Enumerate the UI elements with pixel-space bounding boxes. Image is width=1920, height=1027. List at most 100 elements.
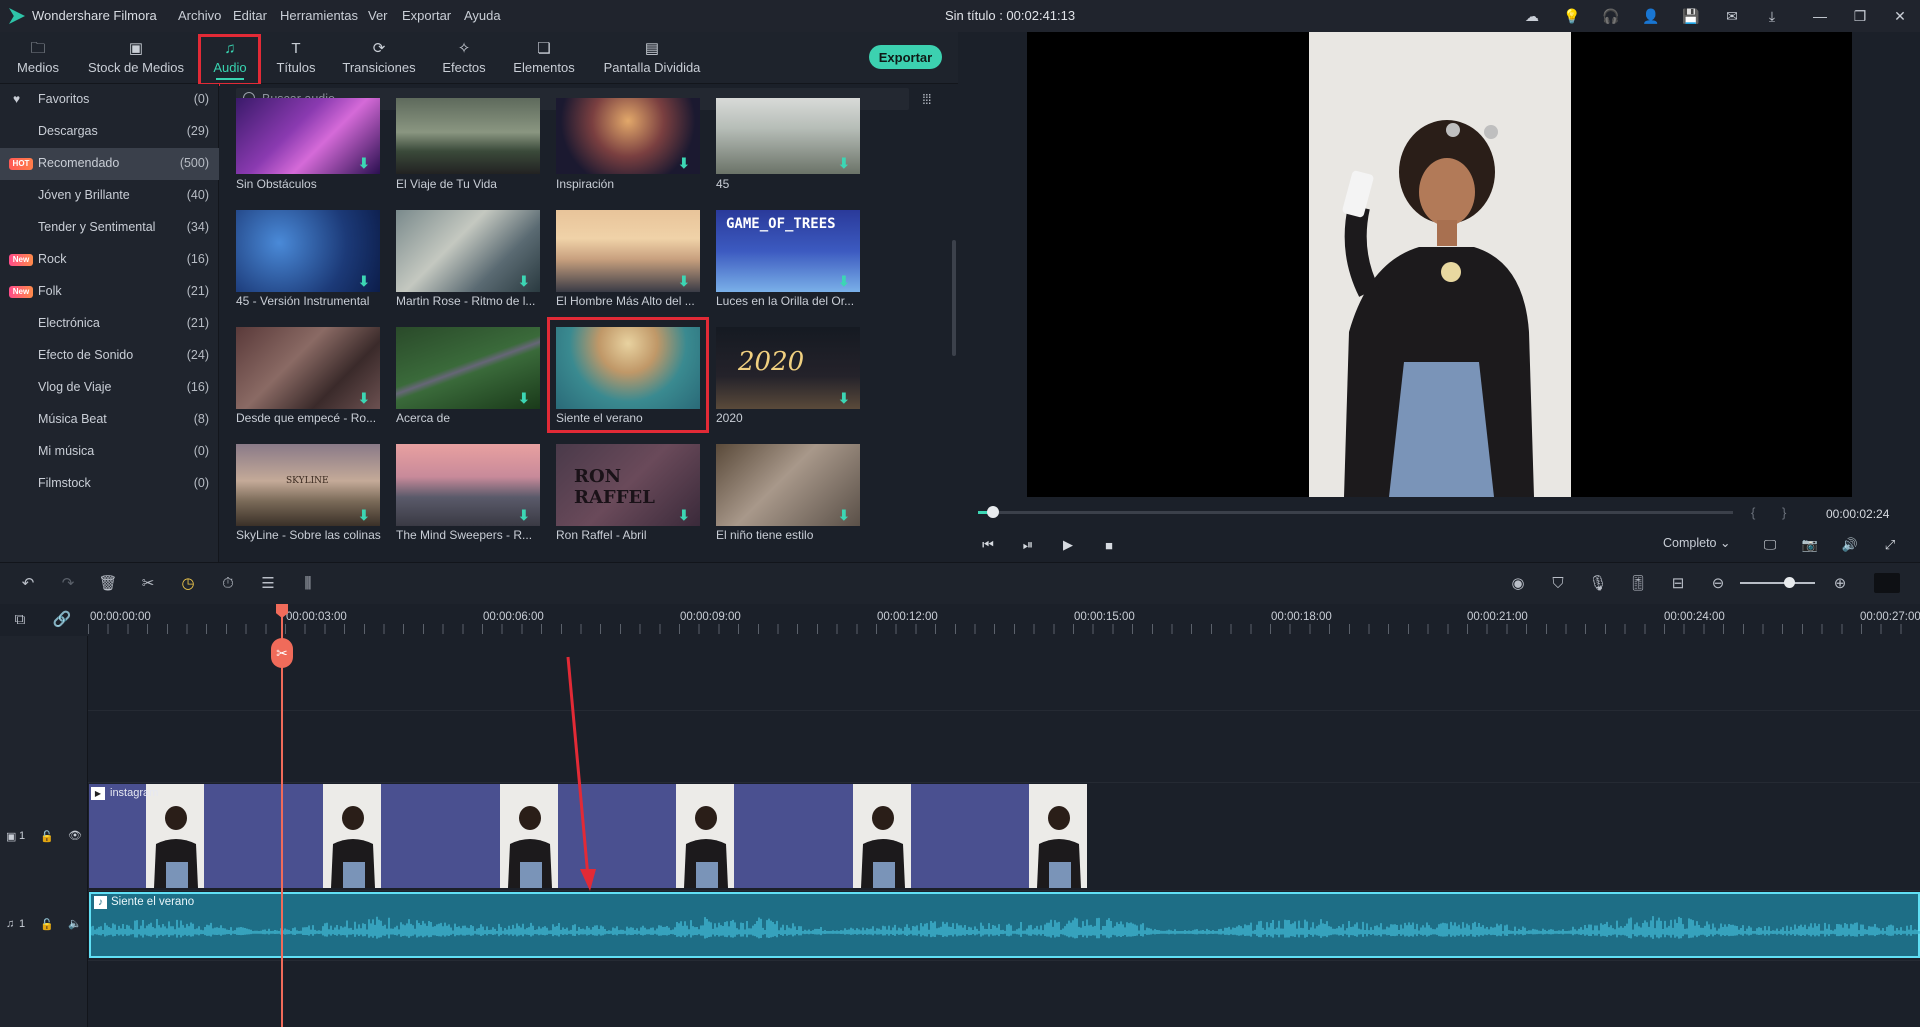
link-icon[interactable]: 🔗 [52,609,72,629]
menu-editar[interactable]: Editar [233,8,267,23]
category-vlog-de-viaje[interactable]: Vlog de Viaje (16) [0,372,219,404]
zoom-slider-knob[interactable] [1783,577,1795,588]
restore-icon[interactable]: ❐ [1850,6,1870,26]
headset-icon[interactable]: 🎧 [1601,6,1621,26]
save-icon[interactable]: 💾 [1681,6,1701,26]
download-icon[interactable]: ⬇ [838,391,852,405]
thumb-acerca-de[interactable]: ⬇ [396,327,540,409]
mail-icon[interactable]: ✉ [1722,6,1742,26]
tab-stock-de-medios[interactable]: ▣ Stock de Medios [84,36,188,80]
zoom-in-icon[interactable]: ⊕ [1830,573,1850,593]
adjust-icon[interactable]: ☰ [258,573,278,593]
thumb-skyline[interactable]: SKYLINE ⬇ [236,444,380,526]
account-icon[interactable]: 👤 [1641,6,1661,26]
close-icon[interactable]: ✕ [1890,6,1910,26]
download-icon[interactable]: ⬇ [678,274,692,288]
minimize-icon[interactable]: — [1810,6,1830,26]
cut-icon[interactable]: ✂ [138,573,158,593]
thumb-el-viaje-de-tu-vida[interactable] [396,98,540,174]
category-filmstock[interactable]: Filmstock (0) [0,468,219,500]
snapshot-icon[interactable]: 📷 [1800,535,1820,555]
category-mi-musica[interactable]: Mi música (0) [0,436,219,468]
category-folk[interactable]: New Folk (21) [0,276,219,308]
download-icon[interactable]: ⬇ [838,156,852,170]
category-tender-y-sentimental[interactable]: Tender y Sentimental (34) [0,212,219,244]
step-play-icon[interactable]: ⏯ [1018,535,1038,555]
category-musica-beat[interactable]: Música Beat (8) [0,404,219,436]
preview-progress-knob[interactable] [987,506,1000,518]
display-icon[interactable]: 🖵 [1760,535,1780,555]
thumb-martin-rose[interactable]: ⬇ [396,210,540,292]
subtitle-icon[interactable]: ⊟ [1668,573,1688,593]
cloud-icon[interactable]: ☁ [1522,6,1542,26]
previous-frame-icon[interactable]: ⏮ [978,535,998,555]
category-rock[interactable]: New Rock (16) [0,244,219,276]
speed-icon[interactable]: ◷ [178,573,198,593]
download-icon[interactable]: ⬇ [518,508,532,522]
thumb-desde-que-empece[interactable]: ⬇ [236,327,380,409]
download-icon[interactable]: ⬇ [358,508,372,522]
library-scrollbar[interactable] [952,240,956,356]
tab-titulos[interactable]: T Títulos [270,36,322,80]
menu-ayuda[interactable]: Ayuda [464,8,501,23]
stop-icon[interactable]: ■ [1099,535,1119,555]
category-joven-y-brillante[interactable]: Jóven y Brillante (40) [0,180,219,212]
menu-ver[interactable]: Ver [368,8,388,23]
category-electronica[interactable]: Electrónica (21) [0,308,219,340]
thumb-45[interactable]: ⬇ [716,98,860,174]
preview-progress-track[interactable] [978,511,1733,514]
undo-icon[interactable]: ↶ [18,573,38,593]
category-descargas[interactable]: Descargas (29) [0,116,219,148]
marker-icon[interactable]: ⛉ [1548,573,1568,593]
download-icon[interactable]: ⤓ [1762,6,1782,26]
audio-mixer-icon[interactable]: 🎚 [1628,573,1648,593]
grid-view-icon[interactable]: ⁞⁞⁞ [922,91,938,107]
redo-icon[interactable]: ↷ [58,573,78,593]
category-recomendado[interactable]: HOT Recomendado (500) [0,148,219,180]
tab-elementos[interactable]: ❏ Elementos [508,36,580,80]
tab-transiciones[interactable]: ⟳ Transiciones [340,36,418,80]
thumb-el-nino-tiene-estilo[interactable]: ⬇ [716,444,860,526]
audio-split-icon[interactable]: ⫼ [298,573,318,593]
play-icon[interactable]: ▶ [1058,535,1078,555]
microphone-icon[interactable]: 🎙 [1588,573,1608,593]
eye-icon[interactable]: 👁 [68,829,82,842]
tab-efectos[interactable]: ✧ Efectos [436,36,492,80]
add-track-icon[interactable]: ⧉ [10,609,30,629]
download-icon[interactable]: ⬇ [358,156,372,170]
volume-icon[interactable]: 🔊 [1840,535,1860,555]
download-icon[interactable]: ⬇ [358,274,372,288]
quality-select[interactable]: Completo ⌄ [1663,535,1739,555]
fullscreen-icon[interactable]: ⤢ [1880,535,1900,555]
thumb-el-hombre-mas-alto[interactable]: ⬇ [556,210,700,292]
category-favoritos[interactable]: ♥ Favoritos (0) [0,84,219,116]
thumb-sin-obstaculos[interactable]: ⬇ [236,98,380,174]
menu-exportar[interactable]: Exportar [402,8,451,23]
thumb-45-version-instrumental[interactable]: ⬇ [236,210,380,292]
tab-pantalla-dividida[interactable]: ▤ Pantalla Dividida [602,36,702,80]
export-button[interactable]: Exportar [869,45,942,69]
thumb-2020[interactable]: 2020 ⬇ [716,327,860,409]
duration-icon[interactable]: ⏱ [218,573,238,593]
thumb-luces-en-la-orilla[interactable]: GAME_OF_TREES ⬇ [716,210,860,292]
lightbulb-icon[interactable]: 💡 [1562,6,1582,26]
download-icon[interactable]: ⬇ [518,391,532,405]
download-icon[interactable]: ⬇ [358,391,372,405]
category-efecto-de-sonido[interactable]: Efecto de Sonido (24) [0,340,219,372]
menu-archivo[interactable]: Archivo [178,8,221,23]
mark-in-icon[interactable]: { [1751,505,1755,520]
lock-icon[interactable]: 🔓 [40,830,54,843]
menu-herramientas[interactable]: Herramientas [280,8,358,23]
speaker-icon[interactable]: 🔈 [68,917,82,930]
tab-medios[interactable]: 🗀 Medios [12,36,64,80]
scissors-icon[interactable]: ✂ [271,638,293,668]
render-icon[interactable]: ◉ [1508,573,1528,593]
download-icon[interactable]: ⬇ [678,156,692,170]
zoom-slider-track[interactable] [1740,582,1815,584]
lock-icon[interactable]: 🔓 [40,918,54,931]
mark-out-icon[interactable]: } [1782,505,1786,520]
download-icon[interactable]: ⬇ [518,274,532,288]
download-icon[interactable]: ⬇ [678,508,692,522]
layout-toggle-icon[interactable] [1874,573,1900,593]
thumb-inspiracion[interactable]: ⬇ [556,98,700,174]
